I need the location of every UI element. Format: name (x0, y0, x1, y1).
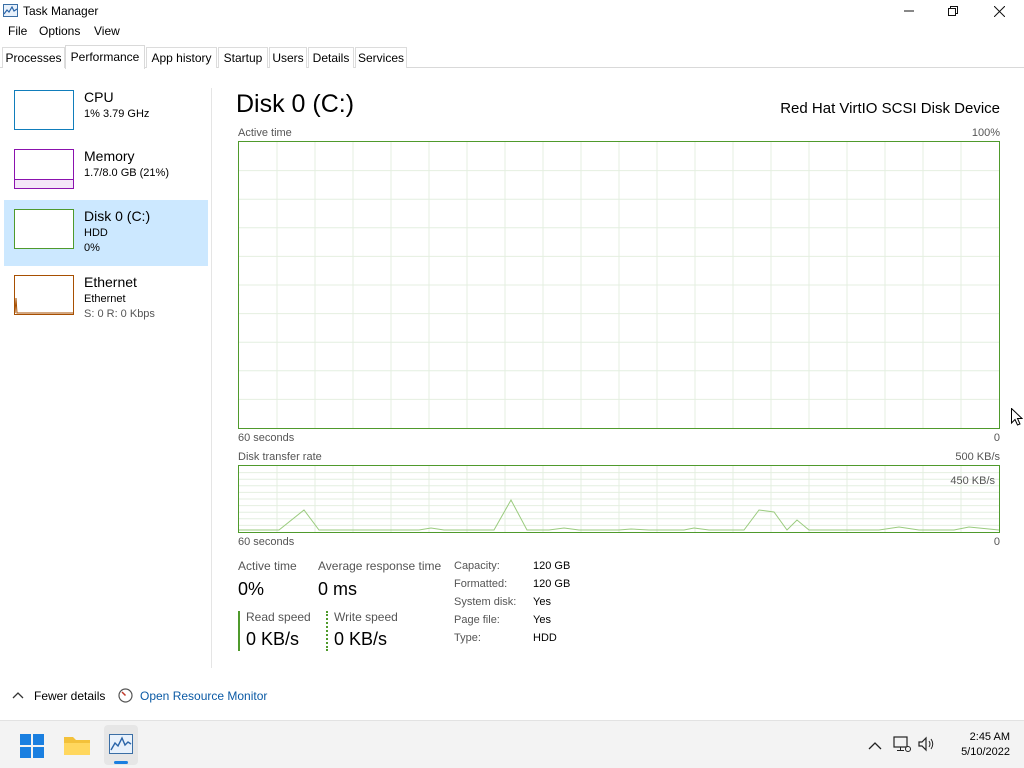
write-speed-label: Write speed (334, 610, 398, 624)
menu-view[interactable]: View (94, 24, 120, 38)
tab-performance[interactable]: Performance (65, 45, 145, 69)
memory-thumbnail (14, 149, 74, 189)
sidebar-item-detail: HDD (84, 227, 108, 239)
resource-monitor-icon (118, 688, 133, 703)
sidebar-item-ethernet[interactable]: Ethernet Ethernet S: 0 R: 0 Kbps (4, 266, 208, 332)
sidebar-item-detail: 1% 3.79 GHz (84, 108, 150, 120)
task-manager-icon (3, 4, 18, 17)
resource-monitor-label: Open Resource Monitor (140, 689, 268, 703)
chevron-up-icon (868, 742, 882, 750)
read-speed-value: 0 KB/s (246, 629, 300, 649)
transfer-graph-min: 0 (993, 536, 1000, 548)
sidebar-item-title: Memory (84, 148, 135, 164)
volume-tray-button[interactable] (918, 736, 938, 756)
transfer-graph-duration: 60 seconds (238, 536, 295, 548)
sidebar-item-throughput: S: 0 R: 0 Kbps (84, 308, 155, 320)
clock-time: 2:45 AM (969, 731, 1010, 743)
show-hidden-icons-button[interactable] (866, 737, 884, 755)
minimize-button[interactable] (886, 0, 932, 22)
minimize-icon (904, 10, 914, 12)
sidebar-item-disk[interactable]: Disk 0 (C:) HDD 0% (4, 200, 208, 266)
window-title: Task Manager (23, 4, 99, 18)
start-button[interactable] (20, 734, 44, 758)
avg-response-value: 0 ms (318, 579, 358, 599)
title-bar: Task Manager (0, 0, 1024, 22)
fewer-details-label: Fewer details (34, 689, 106, 703)
sidebar-divider (211, 88, 212, 668)
task-manager-taskbar-button[interactable] (104, 725, 138, 765)
file-explorer-button[interactable] (63, 733, 91, 759)
open-resource-monitor-link[interactable]: Open Resource Monitor (118, 687, 278, 705)
formatted-label: Formatted: (454, 578, 508, 590)
taskbar: 2:45 AM 5/10/2022 (0, 720, 1024, 768)
sidebar-item-detail: 1.7/8.0 GB (21%) (84, 167, 169, 179)
page-file-label: Page file: (454, 614, 500, 626)
active-time-graph-max: 100% (971, 127, 1000, 139)
tab-processes[interactable]: Processes (2, 47, 65, 68)
active-app-indicator (114, 761, 128, 764)
tab-users[interactable]: Users (269, 47, 307, 68)
formatted-value: 120 GB (533, 578, 571, 590)
folder-icon (64, 737, 90, 755)
footer-bar: Fewer details Open Resource Monitor (0, 685, 1024, 707)
device-name: Red Hat VirtIO SCSI Disk Device (780, 100, 1000, 117)
active-time-graph-duration: 60 seconds (238, 432, 295, 444)
sidebar-item-title: CPU (84, 89, 114, 105)
close-button[interactable] (976, 0, 1022, 22)
avg-response-label: Average response time (318, 559, 442, 573)
menu-options[interactable]: Options (39, 24, 80, 38)
sidebar-item-cpu[interactable]: CPU 1% 3.79 GHz (4, 81, 208, 147)
chevron-up-icon (12, 692, 24, 699)
speaker-icon (918, 736, 934, 752)
transfer-graph-scale-label: 450 KB/s (950, 475, 995, 487)
write-speed-legend-line (326, 611, 328, 651)
transfer-graph-max: 500 KB/s (955, 451, 1000, 463)
tab-app-history[interactable]: App history (146, 47, 217, 68)
sidebar-item-title: Ethernet (84, 274, 137, 290)
read-speed-legend-line (238, 611, 240, 651)
type-value: HDD (533, 632, 557, 644)
windows-logo-icon (20, 734, 44, 758)
system-disk-label: System disk: (454, 596, 517, 608)
restore-button[interactable] (930, 0, 976, 22)
clock-button[interactable]: 2:45 AM 5/10/2022 (946, 729, 1010, 763)
active-time-graph-min: 0 (993, 432, 1000, 444)
read-speed-label: Read speed (246, 610, 311, 624)
transfer-graph-label: Disk transfer rate (238, 451, 322, 463)
system-disk-value: Yes (533, 596, 551, 608)
close-icon (993, 5, 1005, 17)
sidebar-item-memory[interactable]: Memory 1.7/8.0 GB (21%) (4, 140, 208, 206)
tab-bar: Processes Performance App history Startu… (0, 45, 1024, 69)
capacity-label: Capacity: (454, 560, 500, 572)
page-title: Disk 0 (C:) (236, 90, 355, 118)
write-speed-value: 0 KB/s (334, 629, 388, 649)
active-time-graph (238, 141, 1000, 429)
active-time-label: Active time (238, 559, 297, 573)
clock-date: 5/10/2022 (961, 746, 1010, 758)
network-icon (893, 736, 911, 752)
sidebar-item-title: Disk 0 (C:) (84, 208, 151, 224)
disk-thumbnail (14, 209, 74, 249)
resource-list: CPU 1% 3.79 GHz Memory 1.7/8.0 GB (21%) … (0, 80, 211, 668)
active-time-graph-label: Active time (238, 127, 292, 139)
tab-startup[interactable]: Startup (218, 47, 268, 68)
tab-services[interactable]: Services (355, 47, 407, 68)
task-manager-icon (109, 734, 133, 754)
cpu-thumbnail (14, 90, 74, 130)
tab-details[interactable]: Details (308, 47, 354, 68)
page-file-value: Yes (533, 614, 551, 626)
restore-icon (948, 6, 958, 16)
type-label: Type: (454, 632, 481, 644)
sidebar-item-detail: Ethernet (84, 293, 126, 305)
ethernet-thumbnail (14, 275, 74, 315)
fewer-details-button[interactable]: Fewer details (8, 687, 118, 705)
transfer-rate-graph: 450 KB/s (238, 465, 1000, 533)
capacity-value: 120 GB (533, 560, 571, 572)
sidebar-item-usage: 0% (84, 242, 100, 254)
menu-file[interactable]: File (8, 24, 27, 38)
network-tray-button[interactable] (893, 736, 913, 756)
active-time-value: 0% (238, 579, 265, 599)
mouse-cursor-icon (1011, 408, 1023, 426)
